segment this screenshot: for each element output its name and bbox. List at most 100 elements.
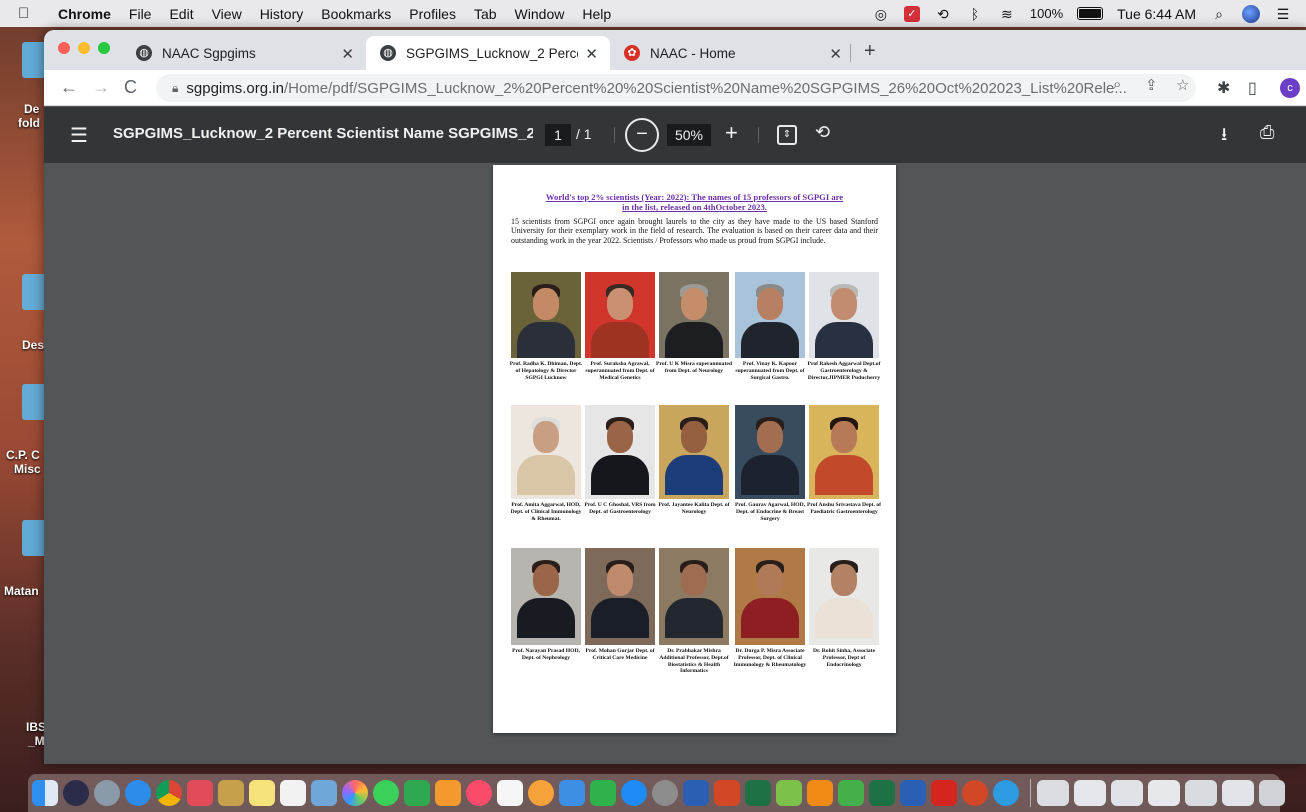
app-store-icon[interactable] — [621, 780, 647, 806]
battery-icon[interactable] — [1077, 7, 1104, 20]
numbers-icon[interactable] — [404, 780, 430, 806]
forward-button[interactable]: → — [92, 77, 110, 98]
record-icon[interactable]: ◎ — [872, 5, 890, 23]
fit-to-page-icon[interactable]: ⇕ — [777, 125, 797, 145]
music-icon[interactable] — [466, 780, 492, 806]
side-panel-icon[interactable]: ▯ — [1248, 78, 1257, 98]
siri-icon[interactable] — [1242, 4, 1260, 23]
menu-view[interactable]: View — [212, 6, 242, 22]
window-thumbnail-icon[interactable] — [1037, 780, 1069, 806]
anaconda-icon[interactable] — [838, 780, 864, 806]
reload-button[interactable]: C — [124, 77, 137, 98]
tab-naac-sgpgims[interactable]: ◍ NAAC Sgpgims ✕ — [122, 36, 366, 70]
window-thumbnail-icon[interactable] — [1222, 780, 1254, 806]
scientist-caption: Dr. Rohit Sinha, Associate Professor, De… — [812, 648, 876, 668]
zoom-in-button[interactable]: + — [725, 120, 738, 146]
launchpad-icon[interactable] — [94, 780, 120, 806]
desktop-label: Matan — [4, 584, 39, 598]
word-icon[interactable] — [683, 780, 709, 806]
close-tab-icon[interactable]: ✕ — [585, 45, 598, 63]
scientist-caption: Prof Rakesh Aggarwal Dept.of Gastroenter… — [807, 361, 881, 381]
android-studio-icon[interactable] — [776, 780, 802, 806]
bookmark-star-icon[interactable]: ☆ — [1176, 76, 1189, 94]
menu-help[interactable]: Help — [582, 6, 611, 22]
scientist-photo — [585, 272, 655, 358]
back-button[interactable]: ← — [60, 77, 78, 98]
print-icon[interactable]: ⎙ — [1260, 122, 1274, 143]
share-icon[interactable]: ⇪ — [1145, 76, 1158, 94]
clock[interactable]: Tue 6:44 AM — [1117, 6, 1196, 22]
excel-doc-icon[interactable] — [869, 780, 895, 806]
stickies-icon[interactable] — [249, 780, 275, 806]
lock-icon[interactable]: 🔒︎ — [172, 81, 178, 96]
dock-separator — [1030, 779, 1031, 807]
zoom-level-input[interactable]: 50% — [667, 124, 711, 146]
finder-icon[interactable] — [32, 780, 58, 806]
window-close-button[interactable] — [58, 42, 70, 54]
facetime-icon[interactable] — [590, 780, 616, 806]
notes-icon[interactable] — [218, 780, 244, 806]
menu-file[interactable]: File — [129, 6, 152, 22]
page-number-input[interactable]: 1 — [545, 124, 571, 146]
zoom-out-button[interactable]: − — [625, 118, 659, 152]
menu-tab[interactable]: Tab — [474, 6, 497, 22]
download-icon[interactable]: ⭳ — [1221, 122, 1227, 152]
pocket-icon[interactable]: ✓ — [903, 5, 920, 22]
menu-profiles[interactable]: Profiles — [409, 6, 456, 22]
spotlight-search-icon[interactable]: ⌕ — [1210, 5, 1228, 23]
chrome-icon[interactable] — [156, 780, 182, 806]
window-thumbnail-icon[interactable] — [1111, 780, 1143, 806]
siri-icon[interactable] — [63, 780, 89, 806]
new-tab-button[interactable]: + — [864, 40, 876, 63]
wifi-icon[interactable]: ≋ — [998, 5, 1016, 23]
keynote-icon[interactable] — [559, 780, 585, 806]
vlc-icon[interactable] — [807, 780, 833, 806]
menu-edit[interactable]: Edit — [169, 6, 193, 22]
photos-icon[interactable] — [342, 780, 368, 806]
scientist-photo — [511, 548, 581, 645]
textedit-icon[interactable] — [280, 780, 306, 806]
edge-icon[interactable] — [993, 780, 1019, 806]
system-preferences-icon[interactable] — [652, 780, 678, 806]
time-machine-icon[interactable]: ⟲ — [934, 5, 952, 23]
menu-history[interactable]: History — [260, 6, 304, 22]
control-center-icon[interactable]: ☰ — [1274, 5, 1292, 23]
tab-label: NAAC Sgpgims — [162, 45, 256, 61]
reminders-icon[interactable] — [528, 780, 554, 806]
menu-window[interactable]: Window — [515, 6, 565, 22]
pages-icon[interactable] — [435, 780, 461, 806]
pdf-viewer[interactable]: World's top 2% scientists (Year: 2022): … — [44, 163, 1306, 764]
menu-app-chrome[interactable]: Chrome — [58, 6, 111, 22]
acrobat-icon[interactable] — [931, 780, 957, 806]
apple-menu-icon[interactable]:  — [18, 5, 40, 22]
menu-bookmarks[interactable]: Bookmarks — [321, 6, 391, 22]
window-thumbnail-icon[interactable] — [1074, 780, 1106, 806]
rotate-icon[interactable]: ⟲ — [815, 122, 830, 143]
bluetooth-icon[interactable]: ᛒ — [966, 5, 984, 23]
menu-icon[interactable]: ☰ — [70, 123, 88, 148]
messages-icon[interactable] — [373, 780, 399, 806]
photo-booth-icon[interactable] — [187, 780, 213, 806]
close-tab-icon[interactable]: ✕ — [829, 45, 842, 63]
scientist-caption: Prof. Mohan Gurjar Dept. of Critical Car… — [585, 648, 655, 661]
powerpoint-icon[interactable] — [714, 780, 740, 806]
zoom-page-icon[interactable]: ⌕ — [1113, 76, 1121, 93]
window-minimize-button[interactable] — [78, 42, 90, 54]
excel-icon[interactable] — [745, 780, 771, 806]
address-bar[interactable]: 🔒︎ sgpgims.org.in/Home/pdf/SGPGIMS_Luckn… — [156, 74, 1196, 102]
safari-icon[interactable] — [125, 780, 151, 806]
powerpoint-doc-icon[interactable] — [962, 780, 988, 806]
preview-icon[interactable] — [311, 780, 337, 806]
window-zoom-button[interactable] — [98, 42, 110, 54]
window-thumbnail-icon[interactable] — [1185, 780, 1217, 806]
trash-icon[interactable] — [1259, 780, 1285, 806]
profile-avatar[interactable]: c — [1280, 78, 1300, 98]
tab-sgpgims-pdf[interactable]: ◍ SGPGIMS_Lucknow_2 Percent ✕ — [366, 36, 610, 70]
word-doc-icon[interactable] — [900, 780, 926, 806]
calendar-icon[interactable] — [497, 780, 523, 806]
scientist-caption: Prof. U C Ghoshal, VRS from Dept. of Gas… — [584, 502, 656, 515]
window-thumbnail-icon[interactable] — [1148, 780, 1180, 806]
tab-naac-home[interactable]: ✿ NAAC - Home ✕ — [610, 36, 854, 70]
extensions-puzzle-icon[interactable]: ✱ — [1217, 78, 1230, 98]
close-tab-icon[interactable]: ✕ — [341, 45, 354, 63]
